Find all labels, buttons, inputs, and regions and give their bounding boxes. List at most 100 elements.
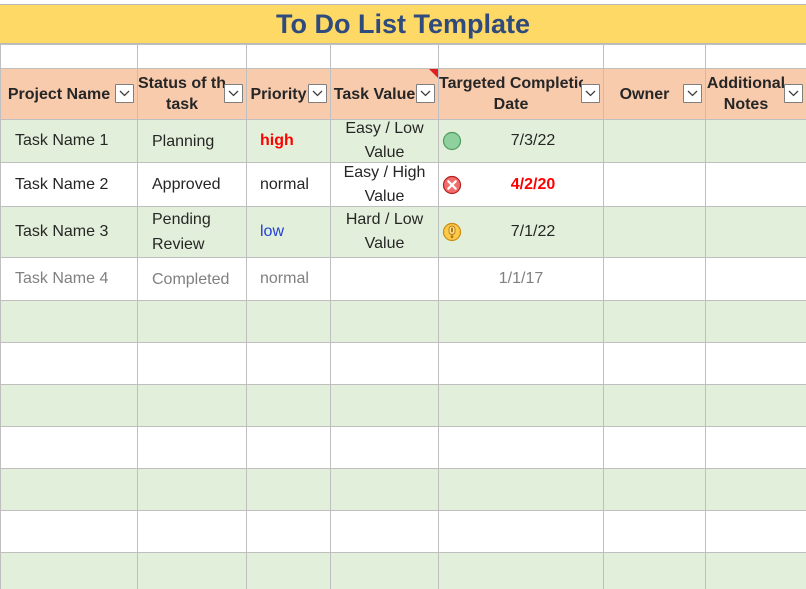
cell[interactable] (330, 384, 439, 427)
filter-dropdown-priority[interactable] (308, 84, 327, 103)
cell[interactable] (137, 426, 247, 469)
cell[interactable] (705, 384, 806, 427)
cell[interactable] (603, 44, 706, 69)
notes-cell[interactable] (705, 119, 806, 163)
cell[interactable] (0, 44, 138, 69)
cell[interactable] (438, 468, 604, 511)
target-date-cell[interactable]: 1/1/17 (438, 257, 604, 301)
cell[interactable] (330, 44, 439, 69)
cell[interactable] (246, 426, 331, 469)
status-cell[interactable]: Approved (137, 162, 247, 207)
cell[interactable] (603, 300, 706, 343)
target-date-cell[interactable]: 7/3/22 (438, 119, 604, 163)
cell[interactable] (137, 342, 247, 385)
cell[interactable] (438, 426, 604, 469)
status-cell[interactable]: Completed (137, 257, 247, 301)
task-value-cell[interactable]: Hard / Low Value (330, 206, 439, 258)
column-header-status[interactable]: Status of the task (137, 68, 247, 120)
owner-cell[interactable] (603, 119, 706, 163)
cell[interactable] (330, 468, 439, 511)
filter-dropdown-notes[interactable] (784, 84, 803, 103)
cell[interactable] (705, 510, 806, 553)
cell[interactable] (603, 468, 706, 511)
task-value-cell[interactable] (330, 257, 439, 301)
cell[interactable] (705, 44, 806, 69)
column-header-target-date[interactable]: Targeted Completion Date (438, 68, 604, 120)
column-header-project-name[interactable]: Project Name (0, 68, 138, 120)
cell[interactable] (137, 552, 247, 589)
owner-cell[interactable] (603, 206, 706, 258)
cell[interactable] (330, 552, 439, 589)
cell[interactable] (438, 44, 604, 69)
cell[interactable] (330, 510, 439, 553)
cell[interactable] (246, 468, 331, 511)
cell[interactable] (603, 510, 706, 553)
task-name-cell[interactable]: Task Name 2 (0, 162, 138, 207)
filter-dropdown-status[interactable] (224, 84, 243, 103)
cell[interactable] (0, 384, 138, 427)
column-header-priority[interactable]: Priority (246, 68, 331, 120)
cell[interactable] (0, 510, 138, 553)
cell[interactable] (246, 552, 331, 589)
cell[interactable] (330, 300, 439, 343)
cell[interactable] (137, 510, 247, 553)
task-value-cell[interactable]: Easy / Low Value (330, 119, 439, 163)
cell[interactable] (137, 300, 247, 343)
cell[interactable] (137, 44, 247, 69)
cell[interactable] (0, 300, 138, 343)
cell[interactable] (0, 552, 138, 589)
priority-cell[interactable]: high (246, 119, 331, 163)
column-header-owner[interactable]: Owner (603, 68, 706, 120)
status-cell[interactable]: Planning (137, 119, 247, 163)
notes-cell[interactable] (705, 257, 806, 301)
owner-cell[interactable] (603, 257, 706, 301)
notes-cell[interactable] (705, 206, 806, 258)
cell[interactable] (246, 384, 331, 427)
cell[interactable] (705, 552, 806, 589)
cell[interactable] (330, 342, 439, 385)
task-name-cell[interactable]: Task Name 3 (0, 206, 138, 258)
priority-cell[interactable]: normal (246, 257, 331, 301)
owner-cell[interactable] (603, 162, 706, 207)
cell[interactable] (330, 426, 439, 469)
filter-dropdown-owner[interactable] (683, 84, 702, 103)
status-cell[interactable]: Pending Review (137, 206, 247, 258)
cell[interactable] (705, 468, 806, 511)
cell[interactable] (0, 468, 138, 511)
cell[interactable] (438, 552, 604, 589)
priority-cell[interactable]: normal (246, 162, 331, 207)
cell[interactable] (438, 384, 604, 427)
filter-dropdown-task-value[interactable] (416, 84, 435, 103)
cell[interactable] (438, 300, 604, 343)
column-header-task-value[interactable]: Task Value (330, 68, 439, 120)
task-name-cell[interactable]: Task Name 1 (0, 119, 138, 163)
page-title[interactable]: To Do List Template (0, 4, 806, 44)
cell[interactable] (438, 510, 604, 553)
cell[interactable] (246, 44, 331, 69)
cell[interactable] (705, 300, 806, 343)
priority-cell[interactable]: low (246, 206, 331, 258)
cell[interactable] (0, 342, 138, 385)
task-name-cell[interactable]: Task Name 4 (0, 257, 138, 301)
cell[interactable] (705, 342, 806, 385)
cell[interactable] (246, 510, 331, 553)
notes-cell[interactable] (705, 162, 806, 207)
cell[interactable] (137, 384, 247, 427)
cell[interactable] (0, 426, 138, 469)
cell[interactable] (246, 300, 331, 343)
task-value-cell[interactable]: Easy / High Value (330, 162, 439, 207)
cell[interactable] (603, 342, 706, 385)
comment-indicator-icon[interactable] (429, 69, 438, 78)
cell[interactable] (603, 552, 706, 589)
target-date-cell[interactable]: 7/1/22 (438, 206, 604, 258)
cell[interactable] (705, 426, 806, 469)
target-date-cell[interactable]: 4/2/20 (438, 162, 604, 207)
cell[interactable] (603, 426, 706, 469)
filter-dropdown-project-name[interactable] (115, 84, 134, 103)
cell[interactable] (603, 384, 706, 427)
filter-dropdown-target-date[interactable] (581, 84, 600, 103)
column-header-notes[interactable]: Additional Notes (705, 68, 806, 120)
cell[interactable] (137, 468, 247, 511)
cell[interactable] (246, 342, 331, 385)
cell[interactable] (438, 342, 604, 385)
